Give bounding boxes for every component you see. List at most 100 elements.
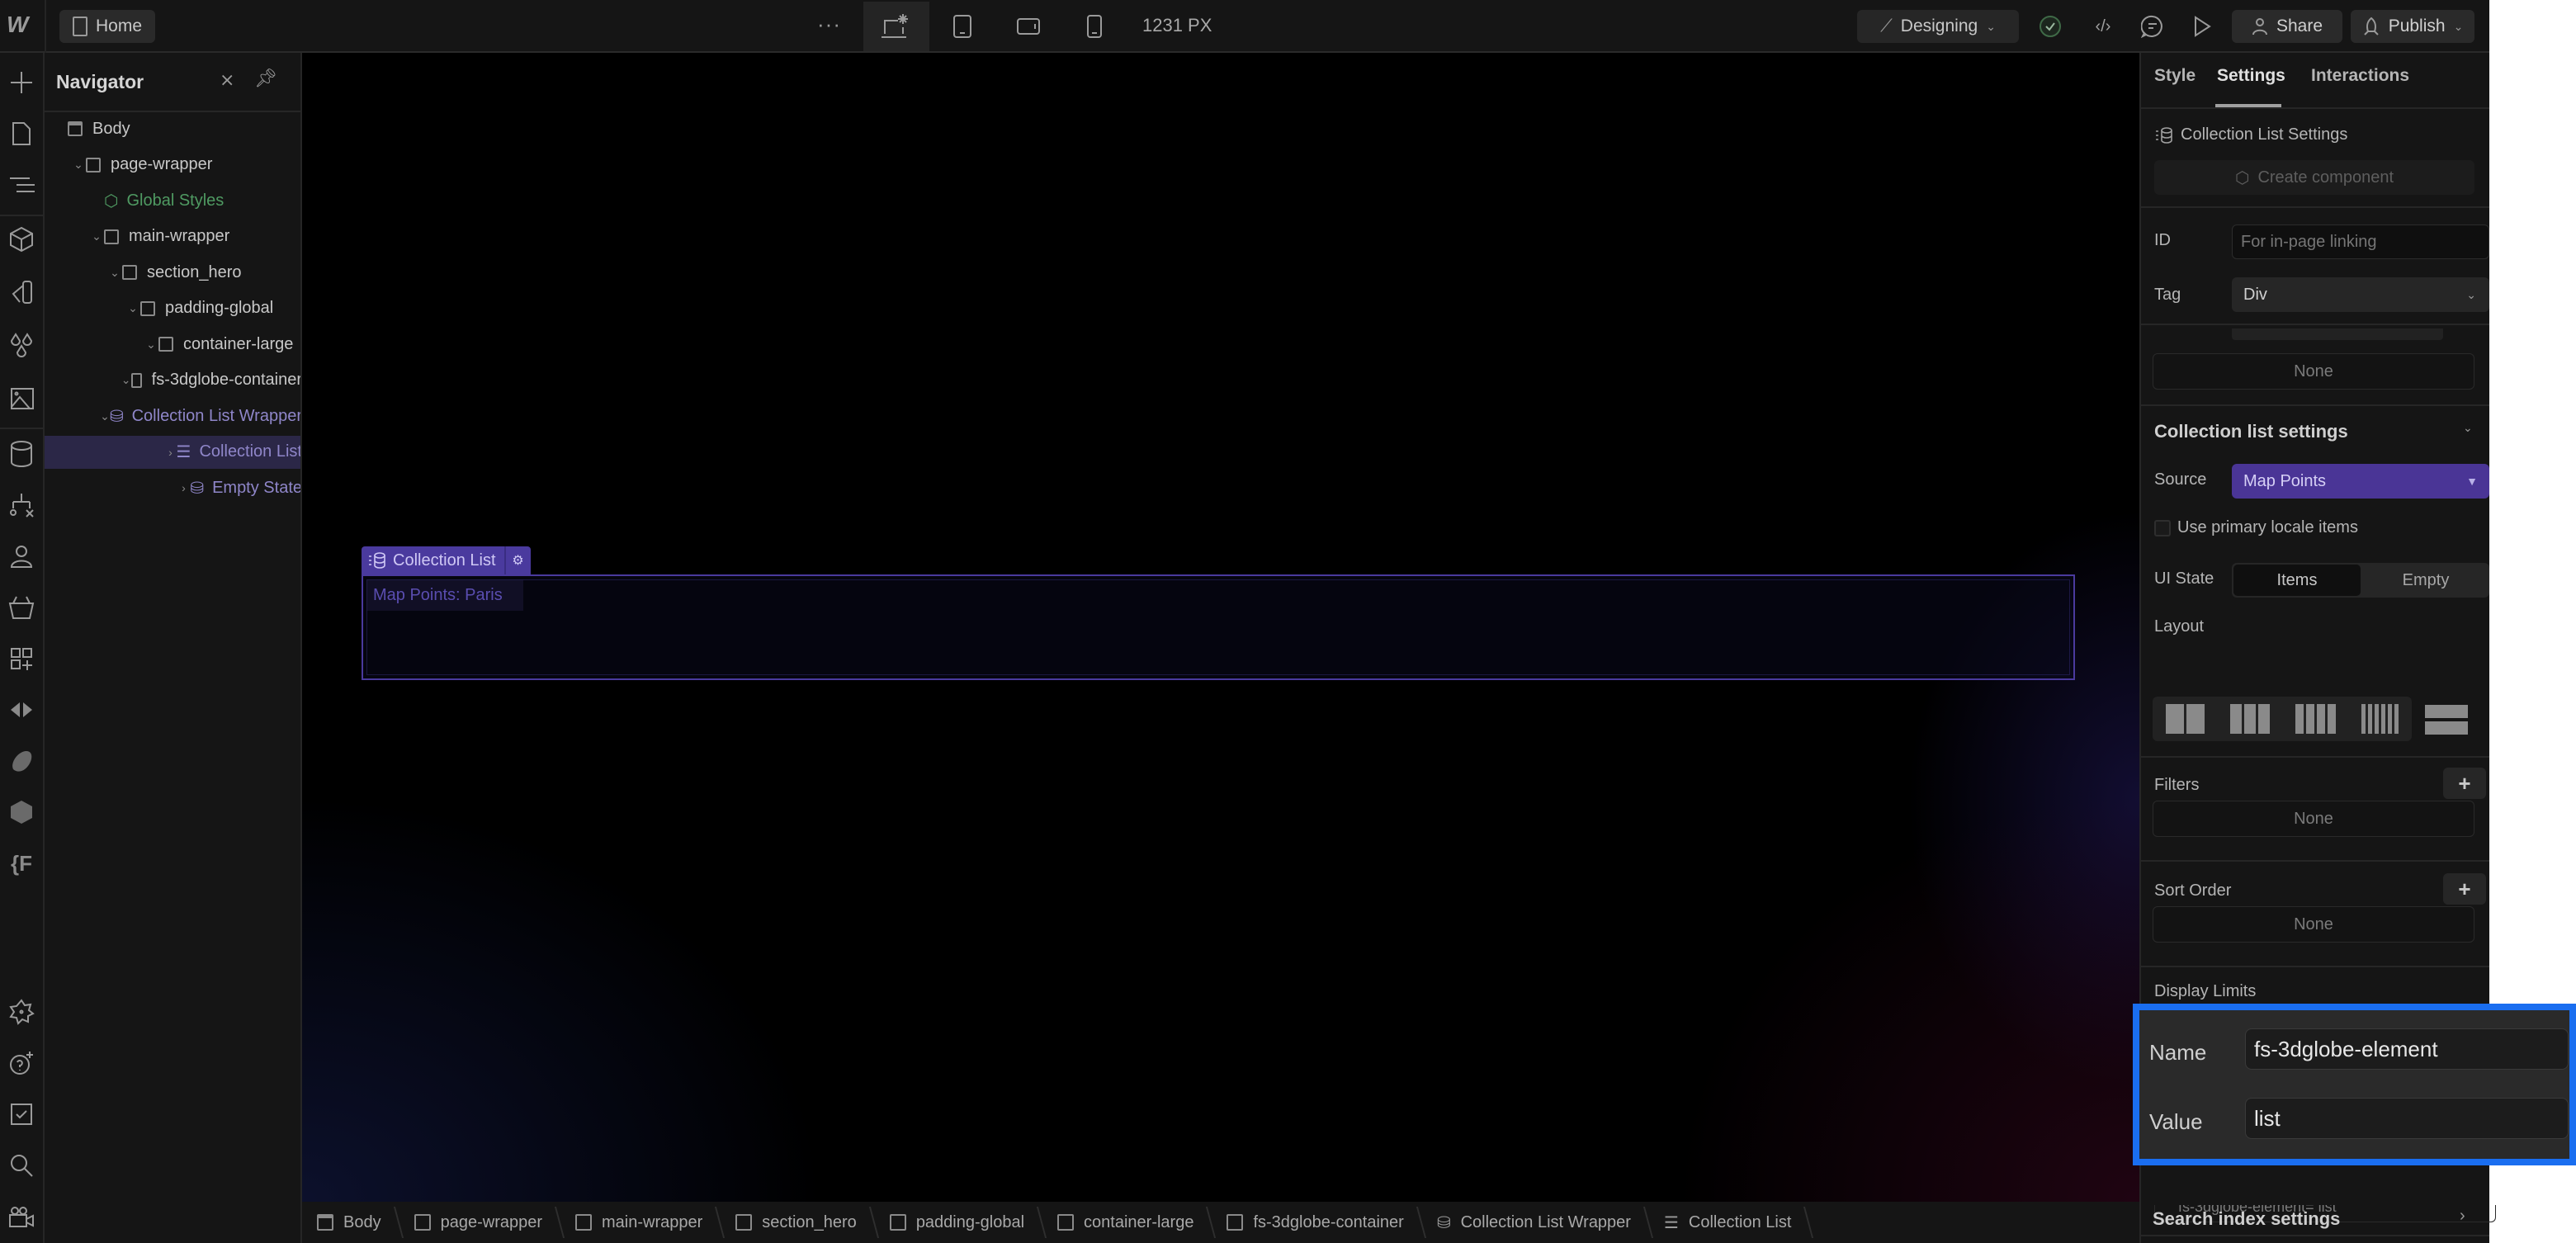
layout-3-columns-button[interactable] <box>2229 704 2270 734</box>
apps-button[interactable] <box>5 642 38 675</box>
settings-button[interactable] <box>5 995 38 1028</box>
ui-state-items[interactable]: Items <box>2233 565 2361 596</box>
ecommerce-button[interactable] <box>5 591 38 624</box>
breadcrumb-item[interactable]: ⛁ Collection List Wrapper <box>1422 1202 1649 1243</box>
page-switcher-button[interactable]: Home <box>59 10 156 43</box>
chevron-down-icon[interactable]: ⌄ <box>107 266 122 280</box>
chevron-down-icon[interactable]: ⌄ <box>71 158 86 172</box>
breadcrumb-item[interactable]: page-wrapper <box>399 1202 560 1243</box>
breakpoint-mobile-landscape-button[interactable] <box>995 2 1061 51</box>
navigator-item[interactable]: ⌄ fs-3dglobe-container <box>45 364 300 397</box>
webflow-logo-icon[interactable]: W <box>7 12 40 41</box>
navigator-item[interactable]: Body <box>45 112 300 145</box>
chevron-right-icon[interactable]: › <box>177 481 191 494</box>
breadcrumb-item[interactable]: padding-global <box>875 1202 1042 1243</box>
finsweet-app-button[interactable]: {F <box>5 847 38 880</box>
user-icon <box>10 546 33 568</box>
breadcrumb-item[interactable]: main-wrapper <box>560 1202 721 1243</box>
components-button[interactable] <box>5 223 38 256</box>
selected-element-label[interactable]: Collection List ⚙ <box>362 546 531 574</box>
navigator-item[interactable]: ⌄ container-large <box>45 328 300 361</box>
chevron-down-icon[interactable]: ⌄ <box>125 301 140 315</box>
layout-2-columns-button[interactable] <box>2165 704 2205 734</box>
collapse-all-button[interactable]: ⨯ <box>220 69 234 91</box>
help-button[interactable] <box>5 1047 38 1080</box>
navigator-item[interactable]: ⌄ ⛁ Collection List Wrapper <box>45 399 300 432</box>
pages-button[interactable] <box>5 117 38 150</box>
navigator-item[interactable]: ⌄ section_hero <box>45 256 300 289</box>
chevron-down-icon[interactable]: ⌄ <box>144 338 158 352</box>
visibility-conditions-value: None <box>2153 353 2474 390</box>
breadcrumb-item[interactable]: section_hero <box>721 1202 875 1243</box>
breadcrumb-item[interactable]: container-large <box>1042 1202 1212 1243</box>
breakpoint-tablet-button[interactable] <box>929 2 995 51</box>
navigator-button[interactable] <box>5 168 38 201</box>
search-button[interactable] <box>5 1149 38 1182</box>
tab-interactions[interactable]: Interactions <box>2311 66 2409 86</box>
attribute-name-input[interactable]: fs-3dglobe-element <box>2245 1028 2569 1070</box>
chevron-down-icon[interactable]: ⌄ <box>89 229 104 243</box>
attribute-value-input[interactable]: list <box>2245 1098 2569 1139</box>
navigator-item[interactable]: ⌄ padding-global <box>45 292 300 325</box>
breadcrumb-item[interactable]: ☰ Collection List <box>1649 1202 1809 1243</box>
tag-select[interactable]: Div ⌄ <box>2232 277 2489 312</box>
pin-panel-button[interactable]: 📌︎ <box>254 68 277 89</box>
audit-check-button[interactable] <box>2035 12 2065 41</box>
visibility-toggle-partial[interactable] <box>2232 328 2443 340</box>
layout-stack-button[interactable] <box>2425 705 2468 735</box>
users-button[interactable] <box>5 540 38 573</box>
layout-grid-options <box>2153 697 2412 741</box>
body-icon <box>68 121 83 136</box>
tasks-button[interactable] <box>5 1098 38 1131</box>
element-settings-button[interactable]: ⚙ <box>506 552 531 569</box>
create-component-button[interactable]: ⬡ Create component <box>2154 160 2474 195</box>
breakpoint-desktop-button[interactable] <box>863 2 929 51</box>
ui-state-empty[interactable]: Empty <box>2362 563 2489 598</box>
app-integration-3-button[interactable] <box>5 796 38 829</box>
tab-style[interactable]: Style <box>2154 66 2196 86</box>
tab-settings[interactable]: Settings <box>2217 66 2285 86</box>
add-sort-button[interactable]: + <box>2443 873 2486 905</box>
id-input[interactable] <box>2232 224 2489 259</box>
chevron-right-icon[interactable]: › <box>164 446 176 459</box>
chevron-down-icon[interactable]: ⌄ <box>121 373 131 387</box>
primary-locale-checkbox[interactable] <box>2154 520 2171 536</box>
mode-dropdown[interactable]: ⟋ Designing ⌄ <box>1857 10 2019 43</box>
breadcrumb-item[interactable]: Body <box>302 1202 399 1243</box>
publish-button[interactable]: Publish ⌄ <box>2351 10 2474 43</box>
layout-4-columns-button[interactable] <box>2295 704 2337 734</box>
navigator-item[interactable]: ⌄ page-wrapper <box>45 149 300 182</box>
navigator-item[interactable]: › ⛁ Empty State <box>45 471 300 504</box>
collection-item[interactable]: Map Points: Paris <box>366 579 523 611</box>
logic-button[interactable] <box>5 489 38 522</box>
code-export-button[interactable]: ‹/› <box>2088 12 2118 41</box>
video-tutorials-button[interactable] <box>5 1200 38 1233</box>
chevron-down-icon[interactable]: ⌄ <box>100 409 110 423</box>
image-icon <box>11 388 34 409</box>
share-button[interactable]: Share <box>2232 10 2342 43</box>
more-options-button[interactable]: ··· <box>817 12 841 37</box>
navigator-item[interactable]: ⌄ main-wrapper <box>45 220 300 253</box>
add-filter-button[interactable]: + <box>2443 768 2486 799</box>
navigator-item[interactable]: ⬡ Global Styles <box>45 184 300 217</box>
collection-list-element[interactable]: Map Points: Paris <box>362 574 2075 680</box>
variables-button[interactable] <box>5 276 38 309</box>
layout-6-columns-button[interactable] <box>2361 704 2399 734</box>
comments-button[interactable] <box>2138 12 2167 41</box>
navigator-item[interactable]: › ☰ Collection List <box>45 435 300 469</box>
breadcrumb-item[interactable]: fs-3dglobe-container <box>1212 1202 1421 1243</box>
design-canvas[interactable]: Collection List ⚙ Map Points: Paris <box>302 53 2139 1202</box>
chevron-down-icon[interactable]: ⌄ <box>2463 421 2473 435</box>
panel-tabs: Style Settings Interactions <box>2141 53 2489 109</box>
cms-button[interactable] <box>5 437 38 470</box>
app-integration-2-button[interactable] <box>5 744 38 777</box>
breakpoint-mobile-portrait-button[interactable] <box>1061 2 1127 51</box>
add-elements-button[interactable] <box>5 66 38 99</box>
source-select[interactable]: Map Points ▼ <box>2232 464 2489 499</box>
assets-button[interactable] <box>5 381 38 414</box>
style-selectors-button[interactable] <box>5 328 38 362</box>
chevron-right-icon[interactable]: › <box>2460 1207 2465 1226</box>
preview-button[interactable] <box>2187 12 2217 41</box>
search-index-settings-heading[interactable]: Search index settings <box>2153 1208 2340 1230</box>
app-integration-button[interactable] <box>5 693 38 726</box>
